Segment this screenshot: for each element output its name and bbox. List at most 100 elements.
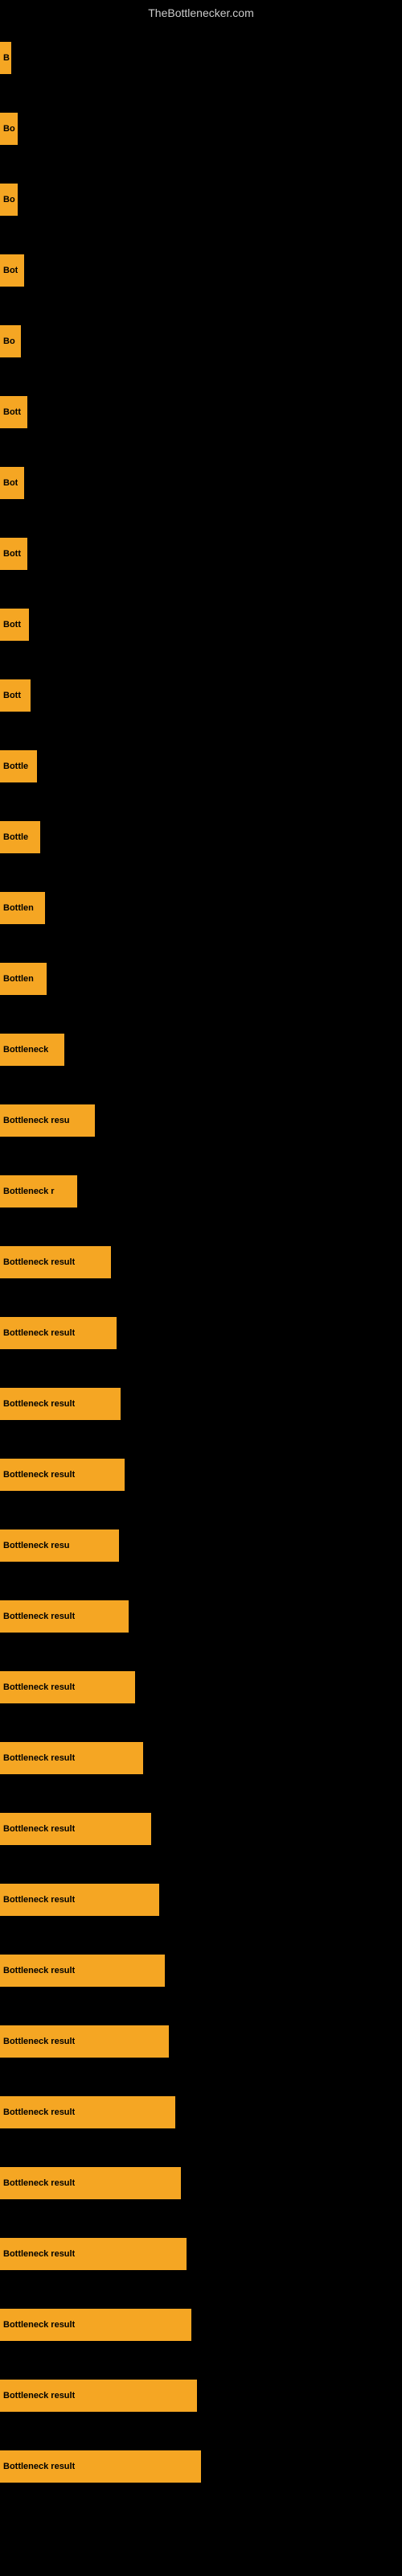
bar-label-27: Bottleneck result bbox=[3, 1966, 75, 1975]
bar-12: Bottlen bbox=[0, 892, 45, 924]
bar-row-7: Bott bbox=[0, 518, 402, 589]
bar-label-14: Bottleneck bbox=[3, 1045, 48, 1055]
bar-27: Bottleneck result bbox=[0, 1955, 165, 1987]
bar-row-16: Bottleneck r bbox=[0, 1156, 402, 1227]
bar-label-13: Bottlen bbox=[3, 974, 34, 984]
bar-row-19: Bottleneck result bbox=[0, 1368, 402, 1439]
bar-label-1: Bo bbox=[3, 124, 15, 134]
bar-label-25: Bottleneck result bbox=[3, 1824, 75, 1834]
bar-label-20: Bottleneck result bbox=[3, 1470, 75, 1480]
bar-label-23: Bottleneck result bbox=[3, 1682, 75, 1692]
bar-label-17: Bottleneck result bbox=[3, 1257, 75, 1267]
bar-15: Bottleneck resu bbox=[0, 1104, 95, 1137]
bar-11: Bottle bbox=[0, 821, 40, 853]
bar-label-22: Bottleneck result bbox=[3, 1612, 75, 1621]
bar-label-26: Bottleneck result bbox=[3, 1895, 75, 1905]
bar-label-30: Bottleneck result bbox=[3, 2178, 75, 2188]
bar-1: Bo bbox=[0, 113, 18, 145]
bar-label-33: Bottleneck result bbox=[3, 2391, 75, 2401]
bar-row-5: Bott bbox=[0, 377, 402, 448]
bar-row-17: Bottleneck result bbox=[0, 1227, 402, 1298]
bar-row-32: Bottleneck result bbox=[0, 2289, 402, 2360]
bar-label-11: Bottle bbox=[3, 832, 28, 842]
bar-row-24: Bottleneck result bbox=[0, 1723, 402, 1794]
bar-26: Bottleneck result bbox=[0, 1884, 159, 1916]
bar-row-25: Bottleneck result bbox=[0, 1794, 402, 1864]
bar-30: Bottleneck result bbox=[0, 2167, 181, 2199]
bar-row-1: Bo bbox=[0, 93, 402, 164]
bar-label-10: Bottle bbox=[3, 762, 28, 771]
bar-label-21: Bottleneck resu bbox=[3, 1541, 70, 1550]
bar-3: Bot bbox=[0, 254, 24, 287]
bar-label-2: Bo bbox=[3, 195, 15, 204]
bar-label-18: Bottleneck result bbox=[3, 1328, 75, 1338]
bar-8: Bott bbox=[0, 609, 29, 641]
bar-row-11: Bottle bbox=[0, 802, 402, 873]
bar-21: Bottleneck resu bbox=[0, 1530, 119, 1562]
bar-13: Bottlen bbox=[0, 963, 47, 995]
bar-label-9: Bott bbox=[3, 691, 21, 700]
bar-row-13: Bottlen bbox=[0, 943, 402, 1014]
bar-label-31: Bottleneck result bbox=[3, 2249, 75, 2259]
bar-label-19: Bottleneck result bbox=[3, 1399, 75, 1409]
bar-4: Bo bbox=[0, 325, 21, 357]
bar-label-34: Bottleneck result bbox=[3, 2462, 75, 2471]
bar-row-9: Bott bbox=[0, 660, 402, 731]
bar-17: Bottleneck result bbox=[0, 1246, 111, 1278]
bar-23: Bottleneck result bbox=[0, 1671, 135, 1703]
bar-6: Bot bbox=[0, 467, 24, 499]
bar-7: Bott bbox=[0, 538, 27, 570]
bar-row-3: Bot bbox=[0, 235, 402, 306]
bar-row-23: Bottleneck result bbox=[0, 1652, 402, 1723]
bar-32: Bottleneck result bbox=[0, 2309, 191, 2341]
bar-28: Bottleneck result bbox=[0, 2025, 169, 2058]
bar-row-4: Bo bbox=[0, 306, 402, 377]
bar-label-5: Bott bbox=[3, 407, 21, 417]
bar-label-4: Bo bbox=[3, 336, 15, 346]
site-title: TheBottlenecker.com bbox=[0, 0, 402, 23]
bar-row-0: B bbox=[0, 23, 402, 93]
bar-row-14: Bottleneck bbox=[0, 1014, 402, 1085]
bar-18: Bottleneck result bbox=[0, 1317, 117, 1349]
bar-row-20: Bottleneck result bbox=[0, 1439, 402, 1510]
bar-label-32: Bottleneck result bbox=[3, 2320, 75, 2330]
bar-row-21: Bottleneck resu bbox=[0, 1510, 402, 1581]
bar-label-28: Bottleneck result bbox=[3, 2037, 75, 2046]
bar-row-27: Bottleneck result bbox=[0, 1935, 402, 2006]
bar-label-0: B bbox=[3, 53, 10, 63]
bar-0: B bbox=[0, 42, 11, 74]
bar-10: Bottle bbox=[0, 750, 37, 782]
bar-label-12: Bottlen bbox=[3, 903, 34, 913]
bar-20: Bottleneck result bbox=[0, 1459, 125, 1491]
bar-row-31: Bottleneck result bbox=[0, 2219, 402, 2289]
bar-row-10: Bottle bbox=[0, 731, 402, 802]
bar-row-6: Bot bbox=[0, 448, 402, 518]
bar-label-6: Bot bbox=[3, 478, 18, 488]
bar-label-16: Bottleneck r bbox=[3, 1187, 55, 1196]
bar-row-29: Bottleneck result bbox=[0, 2077, 402, 2148]
bar-19: Bottleneck result bbox=[0, 1388, 121, 1420]
bar-label-24: Bottleneck result bbox=[3, 1753, 75, 1763]
bar-label-3: Bot bbox=[3, 266, 18, 275]
bar-row-26: Bottleneck result bbox=[0, 1864, 402, 1935]
bar-2: Bo bbox=[0, 184, 18, 216]
bar-row-30: Bottleneck result bbox=[0, 2148, 402, 2219]
bar-25: Bottleneck result bbox=[0, 1813, 151, 1845]
bar-9: Bott bbox=[0, 679, 31, 712]
bar-5: Bott bbox=[0, 396, 27, 428]
bar-row-12: Bottlen bbox=[0, 873, 402, 943]
bar-row-22: Bottleneck result bbox=[0, 1581, 402, 1652]
bar-34: Bottleneck result bbox=[0, 2450, 201, 2483]
bar-33: Bottleneck result bbox=[0, 2380, 197, 2412]
bar-29: Bottleneck result bbox=[0, 2096, 175, 2128]
bar-row-33: Bottleneck result bbox=[0, 2360, 402, 2431]
bar-row-8: Bott bbox=[0, 589, 402, 660]
bar-14: Bottleneck bbox=[0, 1034, 64, 1066]
bar-22: Bottleneck result bbox=[0, 1600, 129, 1633]
bar-row-18: Bottleneck result bbox=[0, 1298, 402, 1368]
bar-label-7: Bott bbox=[3, 549, 21, 559]
bar-16: Bottleneck r bbox=[0, 1175, 77, 1208]
bar-24: Bottleneck result bbox=[0, 1742, 143, 1774]
bar-row-34: Bottleneck result bbox=[0, 2431, 402, 2502]
bar-label-29: Bottleneck result bbox=[3, 2107, 75, 2117]
